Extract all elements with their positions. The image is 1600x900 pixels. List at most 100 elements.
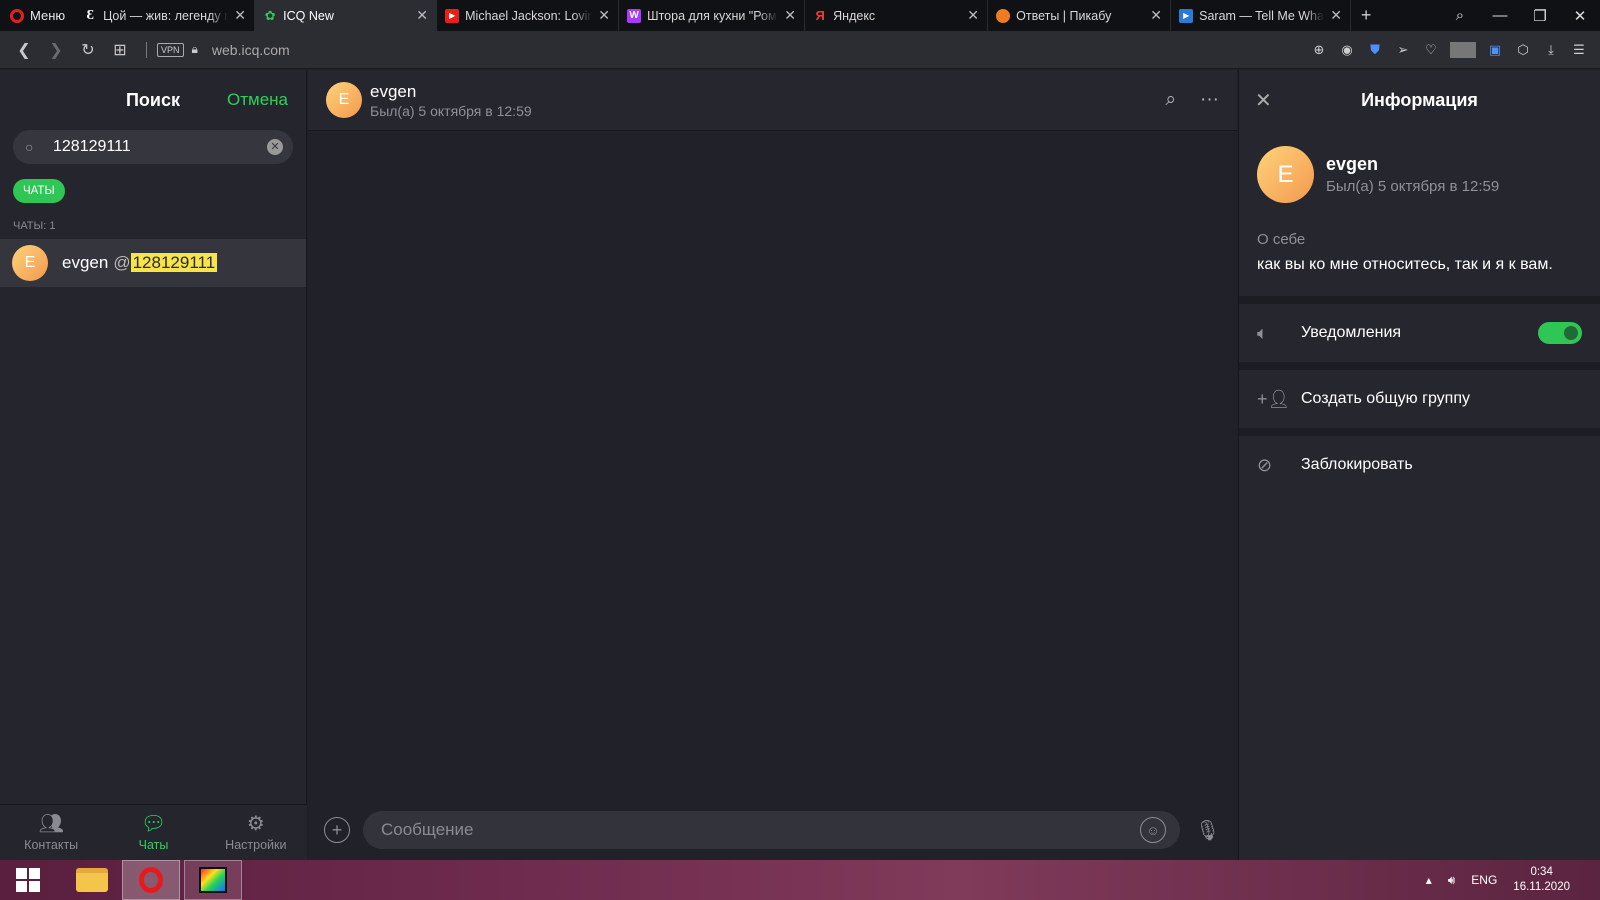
back-icon[interactable]: ❮ <box>8 40 40 60</box>
tray-expand-icon[interactable]: ▴ <box>1426 873 1432 887</box>
tab-icq[interactable]: ✿ ICQ New ✕ <box>255 0 438 31</box>
emoji-icon[interactable]: ☺ <box>1140 817 1166 843</box>
tab-yandex[interactable]: Я Яндекс ✕ <box>805 0 989 31</box>
search-input[interactable] <box>45 138 267 156</box>
tab-michael-jackson[interactable]: ▶ Michael Jackson: Loving ✕ <box>437 0 620 31</box>
restore-icon[interactable]: ❐ <box>1520 7 1560 25</box>
tab-saram[interactable]: ▶ Saram — Tell Me What H ✕ <box>1171 0 1352 31</box>
search-in-chat-icon[interactable]: ⌕ <box>1165 89 1176 111</box>
color-app-icon <box>199 867 227 893</box>
tab-wildberries[interactable]: W Штора для кухни "Роме ✕ <box>619 0 806 31</box>
tab-close-icon[interactable]: ✕ <box>416 7 428 24</box>
settings-icon: ⚙ <box>246 813 265 835</box>
result-name-text: evgen <box>62 253 109 272</box>
microphone-icon[interactable]: 🎙︎ <box>1195 818 1220 843</box>
tab-title: Michael Jackson: Loving <box>465 8 593 23</box>
about-text: как вы ко мне относитесь, так и я к вам. <box>1257 256 1553 273</box>
result-name: evgen @128129111 <box>62 253 218 273</box>
chats-icon: 💬︎ <box>140 813 167 835</box>
tab-close-icon[interactable]: ✕ <box>967 7 979 24</box>
search-box: ○ ✕ <box>13 130 293 164</box>
shield-icon[interactable]: ⛊ <box>1362 42 1388 58</box>
notifications-toggle[interactable] <box>1538 322 1582 344</box>
opera-menu-button[interactable]: Меню <box>0 0 75 31</box>
tab-close-icon[interactable]: ✕ <box>1150 7 1162 24</box>
wiki-icon: Ɛ <box>86 7 94 23</box>
nav-settings[interactable]: ⚙ Настройки <box>205 805 307 860</box>
close-window-icon[interactable]: ✕ <box>1560 7 1600 25</box>
profile-card: E evgen Был(а) 5 октября в 12:59 <box>1239 131 1600 218</box>
taskbar-color-app[interactable] <box>184 860 242 900</box>
tab-grid-icon[interactable]: ⊞ <box>104 40 136 60</box>
volume-icon[interactable]: 🔊︎ <box>1448 873 1456 888</box>
tab-close-icon[interactable]: ✕ <box>1330 7 1342 24</box>
taskbar-opera[interactable] <box>122 860 180 900</box>
contacts-icon: 👥︎ <box>38 813 64 835</box>
divider <box>1239 428 1600 436</box>
search-result-item[interactable]: E evgen @128129111 <box>0 239 306 287</box>
icq-app: Поиск Отмена ○ ✕ ЧАТЫ ЧАТЫ: 1 E evgen@12… <box>0 70 1600 860</box>
minimize-icon[interactable]: — <box>1480 7 1520 24</box>
tab-pikabu[interactable]: Ответы | Пикабу ✕ <box>988 0 1172 31</box>
download-icon[interactable]: ⤓ <box>1538 42 1564 58</box>
chat-header: E evgen Был(а) 5 октября в 12:59 ⌕ ··· <box>308 70 1237 131</box>
notifications-row[interactable]: 🔈︎ Уведомления <box>1239 304 1600 362</box>
tab-close-icon[interactable]: ✕ <box>784 7 796 24</box>
more-options-icon[interactable]: ··· <box>1200 89 1219 111</box>
pikabu-icon <box>996 8 1011 23</box>
zoom-icon[interactable]: ⊕ <box>1306 42 1332 58</box>
send-icon[interactable]: ➢ <box>1390 42 1416 58</box>
new-tab-button[interactable]: + <box>1351 5 1381 26</box>
tab-tsoi[interactable]: Ɛ Цой — жив: легенду му ✕ <box>75 0 256 31</box>
tab-close-icon[interactable]: ✕ <box>598 7 610 24</box>
message-input[interactable] <box>381 820 1140 840</box>
create-group-label: Создать общую группу <box>1301 390 1470 407</box>
avatar[interactable]: E <box>326 82 362 118</box>
opera-icon <box>139 867 163 893</box>
vpn-badge[interactable]: VPN <box>157 42 184 57</box>
start-button[interactable] <box>0 860 56 900</box>
search-title: Поиск <box>125 89 181 110</box>
about-label: О себе <box>1257 231 1306 248</box>
taskbar-explorer[interactable] <box>64 860 120 900</box>
extension-icon[interactable]: ▣ <box>1482 42 1508 58</box>
clock[interactable]: 0:34 16.11.2020 <box>1513 865 1570 895</box>
profile-status: Был(а) 5 октября в 12:59 <box>1326 178 1500 195</box>
reload-icon[interactable]: ↻ <box>72 40 104 60</box>
chat-contact[interactable]: evgen Был(а) 5 октября в 12:59 <box>370 82 532 119</box>
block-row[interactable]: ⊘ Заблокировать <box>1239 436 1600 494</box>
url-field[interactable]: web.icq.com <box>212 42 290 58</box>
avatar[interactable]: E <box>1257 146 1314 203</box>
windows-logo-icon <box>16 868 40 892</box>
clear-search-icon[interactable]: ✕ <box>267 139 283 155</box>
nav-chats[interactable]: 💬︎ Чаты <box>102 805 204 860</box>
search-icon: ○ <box>25 139 34 155</box>
windows-taskbar: ▴ 🔊︎ ENG 0:34 16.11.2020 <box>0 860 1600 900</box>
attach-plus-icon[interactable]: + <box>324 817 350 843</box>
clock-time: 0:34 <box>1530 866 1553 878</box>
folder-icon <box>76 868 108 892</box>
nav-contacts[interactable]: 👥︎ Контакты <box>0 805 102 860</box>
tab-search-icon[interactable]: ⌕ <box>1440 7 1480 24</box>
language-indicator[interactable]: ENG <box>1471 873 1497 887</box>
block-icon: ⊘ <box>1257 454 1273 475</box>
easy-setup-icon[interactable]: ☰ <box>1566 42 1592 58</box>
result-at: @ <box>113 253 131 272</box>
create-group-row[interactable]: +👤︎ Создать общую группу <box>1239 370 1600 428</box>
speaker-icon: 🔈︎ <box>1257 322 1268 343</box>
forward-icon[interactable]: ❯ <box>40 40 72 60</box>
url-domain: web.icq.com <box>211 41 290 58</box>
divider <box>1239 362 1600 370</box>
profile-name: evgen <box>1326 154 1379 174</box>
yandex-icon: Я <box>815 8 825 23</box>
cancel-button[interactable]: Отмена <box>227 90 288 110</box>
cube-icon[interactable]: ⬡ <box>1510 42 1536 58</box>
close-info-icon[interactable]: ✕ <box>1255 88 1272 113</box>
lock-icon[interactable]: 🔒︎ <box>192 42 198 57</box>
block-label: Заблокировать <box>1301 456 1413 473</box>
heart-icon[interactable]: ♡ <box>1418 42 1444 58</box>
tab-close-icon[interactable]: ✕ <box>234 7 246 24</box>
filter-chip-chats[interactable]: ЧАТЫ <box>13 179 65 203</box>
divider <box>1239 296 1600 304</box>
camera-icon[interactable]: ◉ <box>1334 42 1360 58</box>
